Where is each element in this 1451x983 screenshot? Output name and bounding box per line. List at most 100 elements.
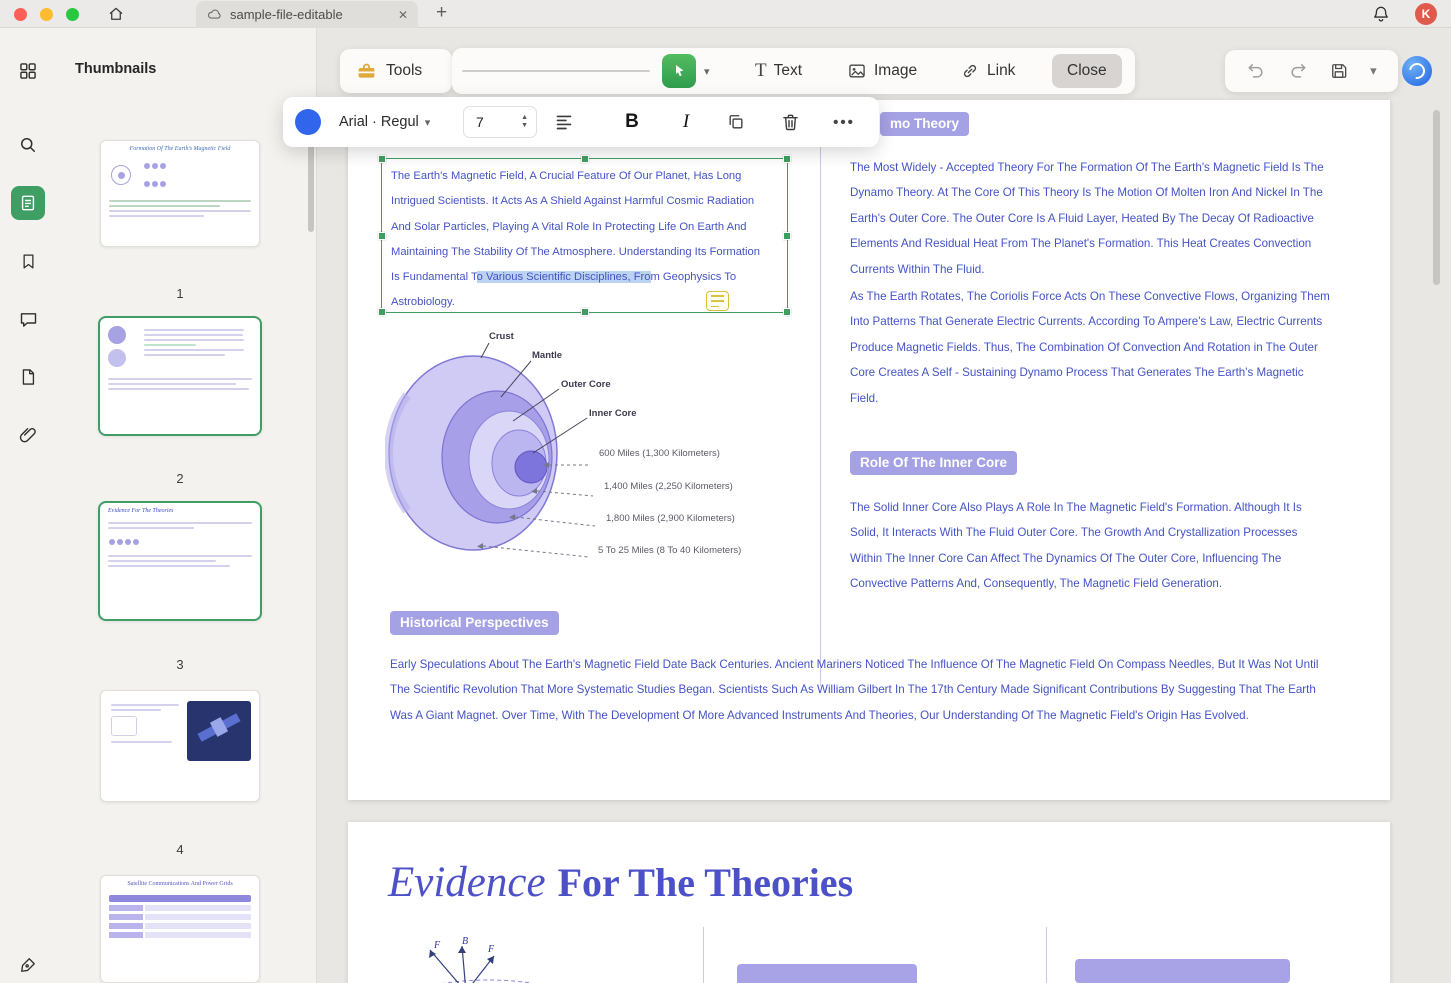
- page2-title-bold: For The Theories: [558, 860, 854, 905]
- inner-core-heading: Role Of The Inner Core: [850, 451, 1017, 475]
- resize-handle[interactable]: [581, 308, 589, 316]
- resize-handle[interactable]: [378, 232, 386, 240]
- cloud-icon: [206, 6, 223, 23]
- link-tool-button[interactable]: Link: [960, 54, 1015, 88]
- save-dropdown-icon[interactable]: ▾: [1370, 63, 1377, 79]
- undo-icon[interactable]: [1246, 61, 1266, 81]
- chevron-down-icon: ▾: [425, 116, 431, 129]
- panel-title: Thumbnails: [75, 61, 156, 77]
- resize-handle[interactable]: [378, 308, 386, 316]
- page-number: 4: [100, 842, 260, 857]
- mini-diagram-label: F: [488, 944, 494, 955]
- diagram-label: Outer Core: [561, 379, 611, 390]
- text-line: Intrigued Scientists. It Acts As A Shiel…: [382, 189, 787, 214]
- image-tool-button[interactable]: Image: [847, 54, 917, 88]
- dynamo-paragraph-1: The Most Widely - Accepted Theory For Th…: [850, 155, 1330, 282]
- thumbnail-title: Formation Of The Earth's Magnetic Field: [101, 141, 259, 153]
- app-grid-icon[interactable]: [17, 60, 39, 82]
- trash-icon[interactable]: [777, 109, 803, 135]
- thumbnail-preview: [100, 318, 260, 375]
- align-note-icon[interactable]: [706, 291, 729, 311]
- link-tool-icon: [960, 61, 980, 81]
- redo-icon[interactable]: [1288, 61, 1308, 81]
- tab-title: sample-file-editable: [230, 7, 391, 22]
- select-tool-dropdown-icon[interactable]: ▾: [704, 65, 710, 78]
- search-icon[interactable]: [17, 134, 39, 156]
- thumbnails-panel: Thumbnails Formation Of The Earth's Magn…: [55, 28, 317, 983]
- image-tool-icon: [847, 61, 867, 81]
- titlebar: sample-file-editable ✕ + K: [0, 0, 1451, 28]
- resize-handle[interactable]: [581, 155, 589, 163]
- minimize-window-button[interactable]: [40, 8, 53, 21]
- ai-assistant-icon[interactable]: [1402, 56, 1432, 86]
- zoom-window-button[interactable]: [66, 8, 79, 21]
- duplicate-icon[interactable]: [723, 109, 749, 135]
- section-heading-bar: [1075, 959, 1290, 983]
- column-divider: [820, 108, 821, 686]
- page-number: 1: [100, 286, 260, 301]
- diagram-measurement: 1,800 Miles (2,900 Kilometers): [606, 513, 735, 524]
- selected-text-block[interactable]: The Earth's Magnetic Field, A Crucial Fe…: [381, 158, 788, 313]
- new-tab-button[interactable]: +: [436, 2, 447, 24]
- text-selection-highlight: o Various Scientific Disciplines, Fro: [477, 271, 651, 283]
- tools-button[interactable]: Tools: [340, 49, 452, 93]
- section-heading-bar: [737, 964, 917, 983]
- font-size-value: 7: [464, 114, 521, 130]
- document-scrollbar[interactable]: [1433, 110, 1440, 285]
- size-increase-icon[interactable]: ▲: [521, 114, 528, 122]
- page-number: 2: [100, 471, 260, 486]
- thumbnail-page-4[interactable]: [100, 690, 260, 802]
- document-tab[interactable]: sample-file-editable ✕: [196, 1, 418, 28]
- signature-pen-icon[interactable]: [17, 954, 39, 976]
- image-tool-label: Image: [874, 62, 917, 80]
- dynamo-theory-heading: mo Theory: [880, 112, 969, 136]
- thumbnail-page-1[interactable]: Formation Of The Earth's Magnetic Field: [100, 140, 260, 247]
- close-window-button[interactable]: [14, 8, 27, 21]
- column-divider: [703, 927, 704, 983]
- save-icon[interactable]: [1329, 61, 1349, 81]
- size-decrease-icon[interactable]: ▼: [521, 122, 528, 130]
- select-tool-button[interactable]: [662, 54, 696, 88]
- document-page-2: EvidenceFor The Theories F B F: [348, 822, 1390, 983]
- align-left-icon[interactable]: [551, 109, 577, 135]
- bookmark-icon[interactable]: [17, 250, 39, 272]
- thumbnail-preview: [101, 691, 259, 771]
- diagram-label: Inner Core: [589, 408, 637, 419]
- inner-core-paragraph: The Solid Inner Core Also Plays A Role I…: [850, 495, 1330, 597]
- resize-handle[interactable]: [783, 308, 791, 316]
- toolbar-divider: [462, 70, 650, 72]
- resize-handle[interactable]: [783, 155, 791, 163]
- bold-button[interactable]: B: [619, 109, 645, 135]
- more-options-icon[interactable]: •••: [831, 109, 857, 135]
- mini-diagram-label: F: [434, 940, 440, 951]
- text-tool-label: Text: [774, 62, 802, 80]
- tools-label: Tools: [386, 62, 422, 80]
- resize-handle[interactable]: [783, 232, 791, 240]
- close-edit-button[interactable]: Close: [1052, 54, 1122, 88]
- thumbnail-page-3[interactable]: Evidence For The Theories: [98, 501, 262, 621]
- user-avatar[interactable]: K: [1415, 3, 1437, 25]
- font-color-swatch[interactable]: [295, 109, 321, 135]
- text-segment: Is Fundamental T: [391, 271, 477, 283]
- thumbnail-page-2[interactable]: [98, 316, 262, 436]
- thumbnails-panel-icon[interactable]: [11, 186, 45, 220]
- toolbox-icon: [356, 61, 377, 82]
- text-tool-button[interactable]: T Text: [755, 54, 802, 88]
- thumbnail-preview: [100, 515, 260, 574]
- thumbnail-page-5[interactable]: Satellite Communications And Power Grids: [100, 875, 260, 983]
- comment-icon[interactable]: [17, 308, 39, 330]
- italic-button[interactable]: I: [673, 109, 699, 135]
- text-line: And Solar Particles, Playing A Vital Rol…: [382, 215, 787, 240]
- resize-handle[interactable]: [378, 155, 386, 163]
- bell-icon[interactable]: [1371, 4, 1391, 29]
- tab-close-icon[interactable]: ✕: [398, 8, 408, 22]
- home-icon[interactable]: [107, 5, 125, 28]
- attachment-paperclip-icon[interactable]: [17, 424, 39, 446]
- text-line: Maintaining The Stability Of The Atmosph…: [382, 240, 787, 265]
- font-family-dropdown[interactable]: Arial · Regul ▾: [339, 106, 455, 138]
- diagram-measurement: 1,400 Miles (2,250 Kilometers): [604, 481, 733, 492]
- file-icon[interactable]: [17, 366, 39, 388]
- font-size-stepper[interactable]: 7 ▲▼: [463, 106, 537, 138]
- close-label: Close: [1067, 62, 1107, 80]
- text-line: The Earth's Magnetic Field, A Crucial Fe…: [382, 164, 787, 189]
